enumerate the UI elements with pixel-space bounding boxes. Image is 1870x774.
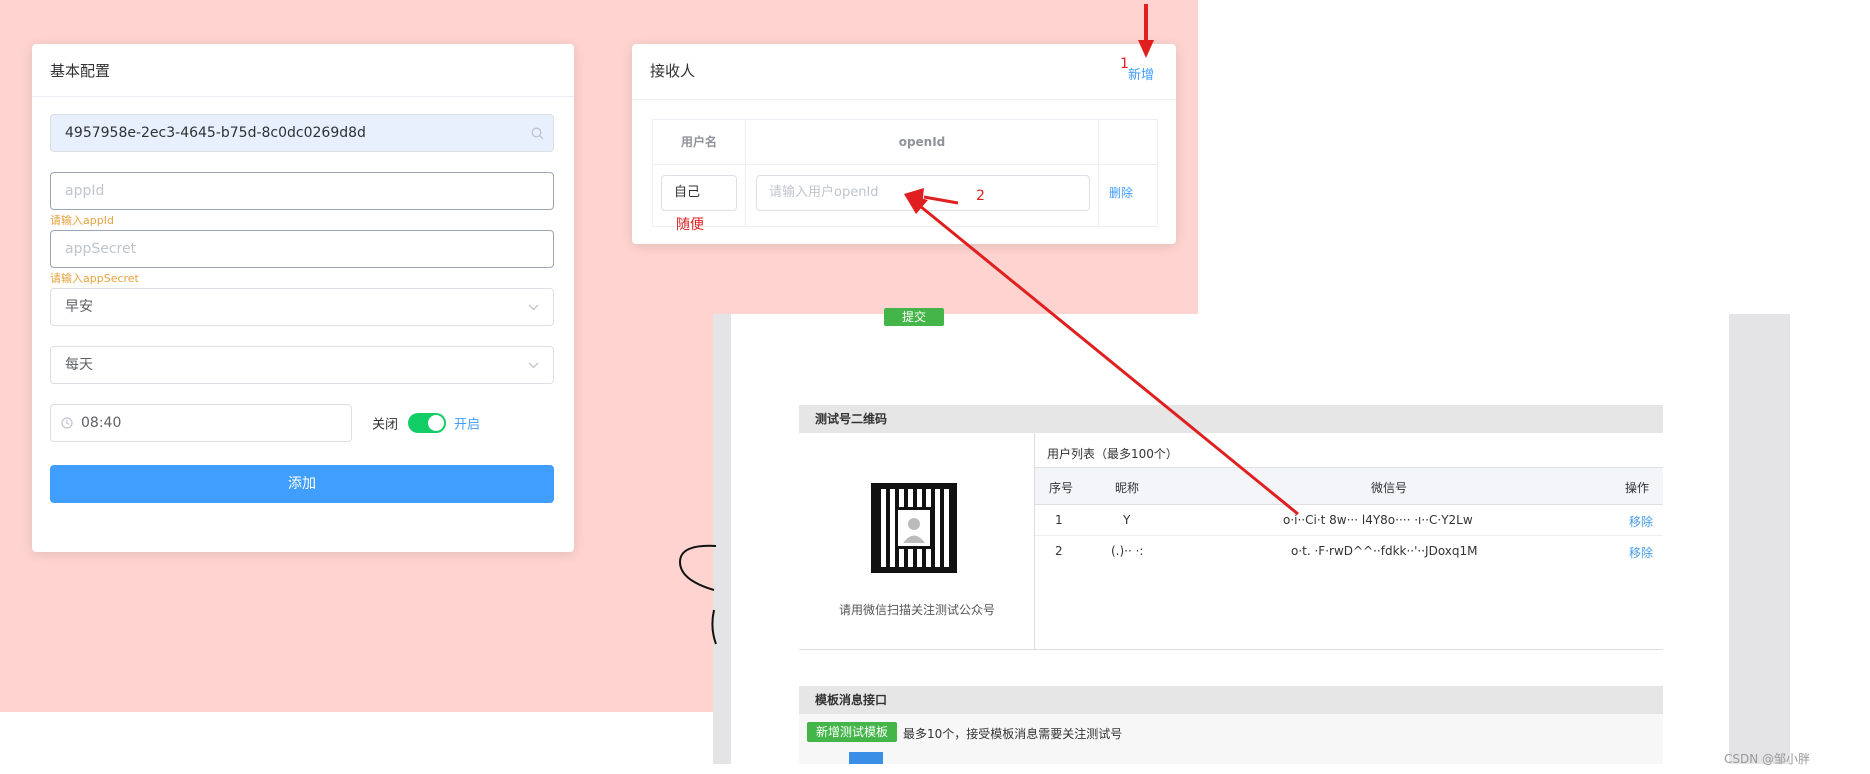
arrow-long-icon — [904, 194, 1299, 516]
annotation-arrows — [904, 4, 1299, 516]
free-note-label: 随便 — [676, 217, 704, 233]
step-1-label: 1 — [1120, 56, 1129, 72]
arrow-down-icon — [1138, 4, 1154, 58]
step-2-label: 2 — [976, 188, 985, 204]
watermark: CSDN @邹小胖 — [1724, 752, 1811, 766]
